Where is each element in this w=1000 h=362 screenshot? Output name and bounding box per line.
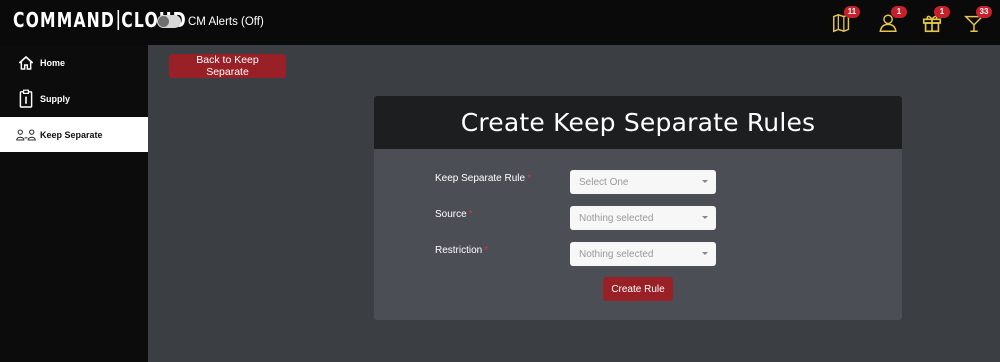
sidebar-item-label: Home — [40, 57, 66, 68]
restriction-row: Restriction * Nothing selected — [374, 242, 902, 268]
create-rules-card: Create Keep Separate Rules Keep Separate… — [374, 96, 902, 320]
cm-alerts-label: CM Alerts (Off) — [188, 15, 264, 28]
toggle-switch[interactable] — [157, 15, 181, 28]
map-alerts-badge: 11 — [844, 6, 860, 18]
keep-separate-rule-select[interactable]: Select One — [570, 170, 716, 194]
logo-left-text: COMMAND — [13, 8, 116, 32]
caret-down-icon — [702, 216, 708, 219]
top-bar: COMMAND CLOUD CM Alerts (Off) 11 1 1 33 — [0, 0, 1000, 45]
toggle-knob — [158, 16, 169, 27]
create-rule-button[interactable]: Create Rule — [603, 277, 673, 301]
caret-down-icon — [702, 180, 708, 183]
map-alerts-button[interactable]: 11 — [831, 6, 860, 36]
required-marker: * — [484, 245, 489, 256]
sidebar: Home Supply Keep Separate — [0, 45, 148, 362]
caret-down-icon — [702, 252, 708, 255]
source-select[interactable]: Nothing selected — [570, 206, 716, 230]
restriction-label: Restriction * — [435, 245, 489, 256]
user-alerts-button[interactable]: 1 — [878, 6, 907, 36]
cm-alerts-toggle[interactable]: CM Alerts (Off) — [157, 15, 264, 28]
cocktail-badge: 33 — [976, 6, 992, 18]
cocktail-button[interactable]: 33 — [963, 6, 992, 36]
gift-button[interactable]: 1 — [921, 6, 950, 36]
source-row: Source * Nothing selected — [374, 206, 902, 232]
required-marker: * — [527, 173, 531, 184]
keep-separate-icon — [16, 125, 36, 145]
user-alerts-badge: 1 — [891, 6, 907, 18]
sidebar-item-home[interactable]: Home — [0, 45, 148, 80]
gift-badge: 1 — [934, 6, 950, 18]
keep-separate-rule-label: Keep Separate Rule * — [435, 173, 531, 184]
select-placeholder: Nothing selected — [579, 212, 654, 224]
logo-separator — [117, 10, 119, 30]
select-placeholder: Select One — [579, 176, 629, 188]
sidebar-item-label: Supply — [40, 93, 71, 104]
home-icon — [16, 53, 36, 73]
supply-icon — [16, 89, 36, 109]
sidebar-item-label: Keep Separate — [40, 129, 103, 140]
source-label: Source * — [435, 209, 473, 220]
card-title: Create Keep Separate Rules — [374, 96, 902, 149]
sidebar-item-keep-separate[interactable]: Keep Separate — [0, 117, 148, 152]
select-placeholder: Nothing selected — [579, 248, 654, 260]
required-marker: * — [468, 209, 473, 220]
keep-separate-rule-row: Keep Separate Rule * Select One — [374, 170, 902, 196]
restriction-select[interactable]: Nothing selected — [570, 242, 716, 266]
sidebar-item-supply[interactable]: Supply — [0, 81, 148, 116]
back-to-keep-separate-button[interactable]: Back to Keep Separate — [169, 54, 286, 78]
